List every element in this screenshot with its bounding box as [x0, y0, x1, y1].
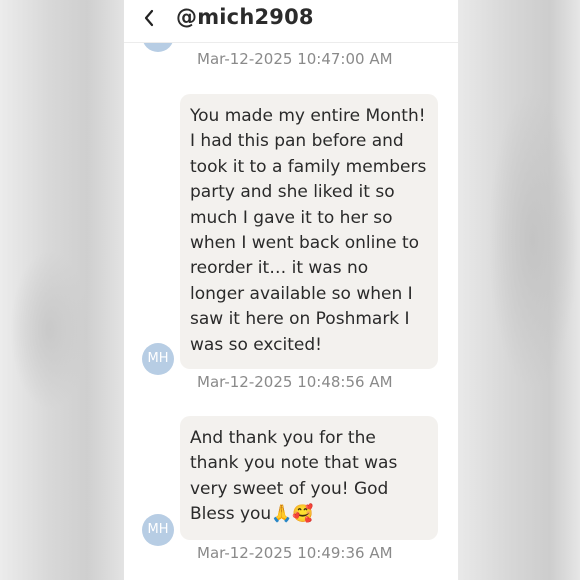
message-timestamp: Mar-12-2025 10:48:56 AM — [197, 373, 393, 391]
chat-screen: @mich2908 Mar-12-2025 10:47:00 AM You ma… — [124, 0, 458, 580]
avatar[interactable]: MH — [142, 514, 174, 546]
blurred-background-right — [458, 0, 580, 580]
chat-header: @mich2908 — [124, 0, 458, 43]
message-timestamp: Mar-12-2025 10:47:00 AM — [197, 50, 393, 68]
chevron-left-icon[interactable] — [138, 6, 162, 30]
message-timestamp: Mar-12-2025 10:49:36 AM — [197, 544, 393, 562]
message-bubble: And thank you for the thank you note tha… — [180, 416, 438, 540]
message-bubble: You made my entire Month! I had this pan… — [180, 94, 438, 369]
avatar[interactable]: MH — [142, 343, 174, 375]
chat-username-title[interactable]: @mich2908 — [176, 5, 314, 29]
blurred-background-left — [0, 0, 124, 580]
